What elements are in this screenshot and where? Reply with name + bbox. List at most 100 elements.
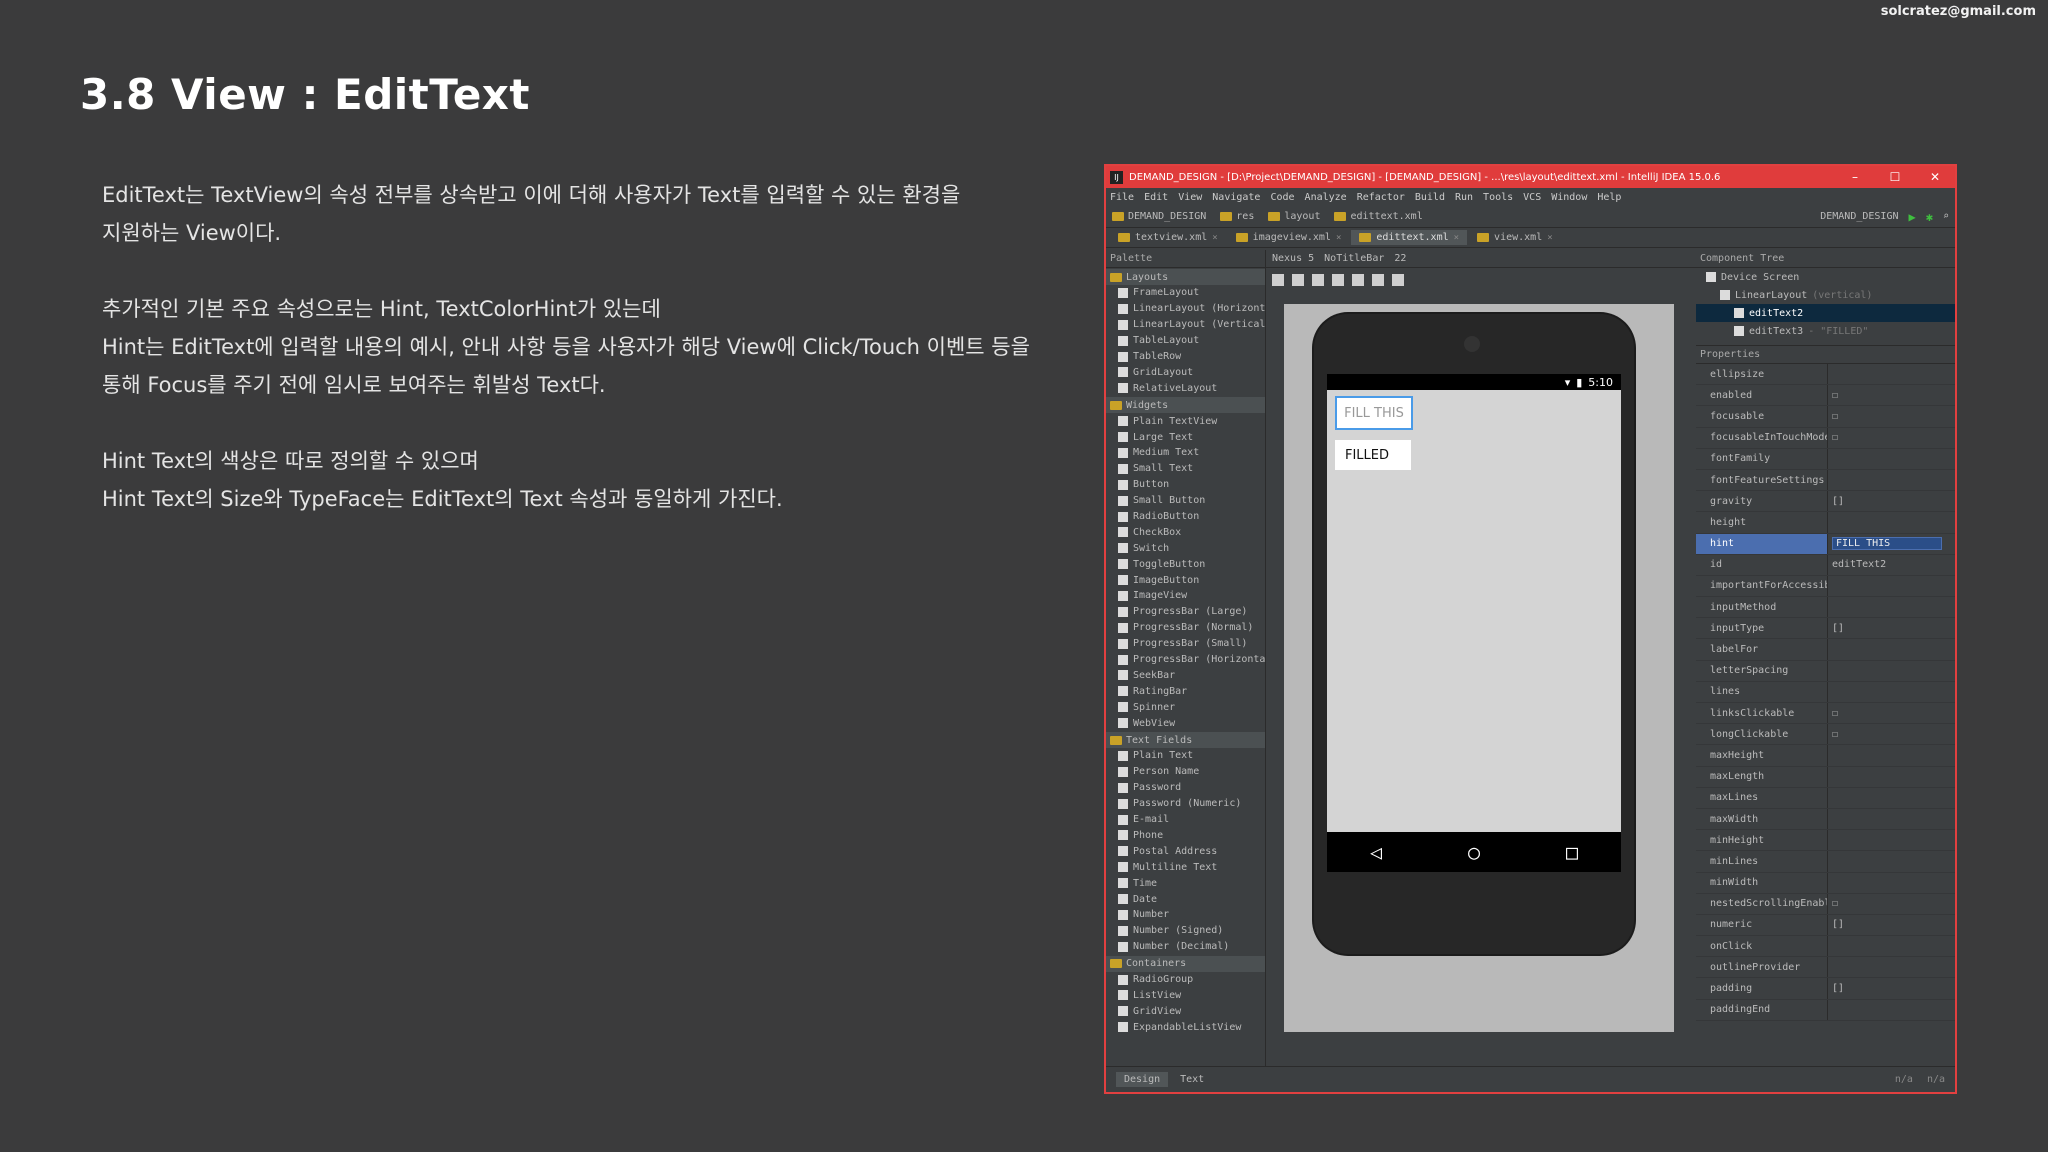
property-row[interactable]: lines — [1696, 681, 1955, 703]
palette-item[interactable]: Person Name — [1106, 764, 1265, 780]
property-row[interactable]: focusable ☐ — [1696, 406, 1955, 428]
palette-item[interactable]: RatingBar — [1106, 683, 1265, 699]
breadcrumb-item[interactable]: layout — [1268, 211, 1320, 222]
zoom-in-icon[interactable] — [1352, 274, 1364, 286]
property-row[interactable]: paddingEnd — [1696, 999, 1955, 1021]
property-row[interactable]: maxLines — [1696, 787, 1955, 809]
property-row[interactable]: minWidth — [1696, 872, 1955, 894]
debug-icon[interactable]: ✱ — [1926, 210, 1933, 224]
palette-item[interactable]: ProgressBar (Large) — [1106, 604, 1265, 620]
maximize-icon[interactable]: ☐ — [1875, 170, 1915, 184]
menu-item-code[interactable]: Code — [1270, 192, 1294, 203]
menu-item-edit[interactable]: Edit — [1144, 192, 1168, 203]
palette-item[interactable]: TableLayout — [1106, 333, 1265, 349]
device-select[interactable]: Nexus 5 — [1272, 253, 1314, 264]
home-icon[interactable]: ○ — [1468, 840, 1480, 864]
property-row[interactable]: outlineProvider — [1696, 957, 1955, 979]
minimize-icon[interactable]: – — [1835, 170, 1875, 184]
property-row[interactable]: letterSpacing — [1696, 660, 1955, 682]
menu-item-window[interactable]: Window — [1551, 192, 1587, 203]
menu-item-analyze[interactable]: Analyze — [1305, 192, 1347, 203]
breadcrumb-item[interactable]: edittext.xml — [1334, 211, 1423, 222]
property-value[interactable]: [] — [1828, 919, 1955, 930]
property-row[interactable]: fontFeatureSettings — [1696, 469, 1955, 492]
tree-node[interactable]: Device Screen — [1696, 268, 1955, 286]
hint-value-input[interactable]: FILL THIS — [1832, 537, 1942, 551]
edittext-filled-preview[interactable]: FILLED — [1335, 440, 1411, 470]
menu-item-view[interactable]: View — [1178, 192, 1202, 203]
property-row[interactable]: ellipsize — [1696, 364, 1955, 386]
recents-icon[interactable]: □ — [1566, 840, 1578, 864]
breadcrumb-item[interactable]: DEMAND_DESIGN — [1112, 211, 1206, 222]
menu-item-build[interactable]: Build — [1415, 192, 1445, 203]
menu-item-help[interactable]: Help — [1597, 192, 1621, 203]
palette-item[interactable]: Multiline Text — [1106, 859, 1265, 875]
bottom-tab[interactable]: Text — [1172, 1072, 1212, 1087]
palette-item[interactable]: Small Button — [1106, 493, 1265, 509]
palette-item[interactable]: WebView — [1106, 715, 1265, 731]
palette-category[interactable]: Layouts — [1106, 269, 1265, 285]
palette-item[interactable]: Password — [1106, 780, 1265, 796]
property-row[interactable]: hint FILL THIS — [1696, 533, 1955, 555]
palette-item[interactable]: Number (Signed) — [1106, 923, 1265, 939]
palette-item[interactable]: ImageButton — [1106, 572, 1265, 588]
property-value[interactable]: ☐ — [1828, 729, 1955, 740]
property-value[interactable]: [] — [1828, 623, 1955, 634]
theme-select[interactable]: NoTitleBar — [1324, 253, 1384, 264]
palette-item[interactable]: ExpandableListView — [1106, 1019, 1265, 1035]
property-row[interactable]: padding[] — [1696, 978, 1955, 1000]
search-icon[interactable]: ⌕ — [1943, 211, 1949, 222]
palette-category[interactable]: Widgets — [1106, 397, 1265, 414]
palette-item[interactable]: Small Text — [1106, 461, 1265, 477]
property-row[interactable]: importantForAccessibil — [1696, 575, 1955, 598]
palette-item[interactable]: ProgressBar (Small) — [1106, 636, 1265, 652]
palette-item[interactable]: RadioGroup — [1106, 972, 1265, 988]
palette-item[interactable]: Number — [1106, 907, 1265, 923]
palette-item[interactable]: Plain Text — [1106, 748, 1265, 764]
property-row[interactable]: linksClickable ☐ — [1696, 703, 1955, 725]
property-value[interactable]: ☐ — [1828, 708, 1955, 719]
tree-node[interactable]: editText2 — [1696, 304, 1955, 322]
palette-category[interactable]: Text Fields — [1106, 732, 1265, 749]
palette-item[interactable]: GridLayout — [1106, 364, 1265, 380]
refresh-icon[interactable] — [1392, 274, 1404, 286]
bottom-tab[interactable]: Design — [1116, 1072, 1169, 1087]
palette-item[interactable]: Postal Address — [1106, 843, 1265, 859]
palette-item[interactable]: Plain TextView — [1106, 413, 1265, 429]
close-tab-icon[interactable]: × — [1454, 233, 1459, 243]
layout-icon[interactable] — [1332, 274, 1344, 286]
edittext-hint-preview[interactable]: FILL THIS — [1335, 396, 1413, 430]
menu-item-tools[interactable]: Tools — [1483, 192, 1513, 203]
palette-category[interactable]: Containers — [1106, 955, 1265, 972]
palette-item[interactable]: Time — [1106, 875, 1265, 891]
palette-item[interactable]: Date — [1106, 891, 1265, 907]
back-icon[interactable]: ◁ — [1370, 840, 1382, 864]
property-value[interactable]: ☐ — [1828, 390, 1955, 401]
property-value[interactable]: [] — [1828, 983, 1955, 994]
property-row[interactable]: minLines — [1696, 851, 1955, 873]
property-value[interactable]: ☐ — [1828, 411, 1955, 422]
property-value[interactable]: ☐ — [1828, 432, 1955, 443]
palette-item[interactable]: Button — [1106, 477, 1265, 493]
menu-item-refactor[interactable]: Refactor — [1357, 192, 1405, 203]
zoom-out-icon[interactable] — [1372, 274, 1384, 286]
run-icon[interactable]: ▶ — [1909, 210, 1916, 224]
property-row[interactable]: inputMethod — [1696, 597, 1955, 619]
editor-tab[interactable]: edittext.xml × — [1351, 230, 1468, 245]
menu-item-vcs[interactable]: VCS — [1523, 192, 1541, 203]
palette-item[interactable]: Medium Text — [1106, 445, 1265, 461]
tree-node[interactable]: LinearLayout (vertical) — [1696, 286, 1955, 304]
palette-item[interactable]: LinearLayout (Horizont — [1106, 301, 1265, 317]
property-row[interactable]: height — [1696, 512, 1955, 534]
property-row[interactable]: numeric[] — [1696, 914, 1955, 937]
property-row[interactable]: minHeight — [1696, 830, 1955, 852]
menu-item-run[interactable]: Run — [1455, 192, 1473, 203]
property-row[interactable]: nestedScrollingEnabled☐ — [1696, 893, 1955, 915]
breadcrumb-item[interactable]: res — [1220, 211, 1254, 222]
property-row[interactable]: inputType[] — [1696, 618, 1955, 640]
palette-item[interactable]: Spinner — [1106, 699, 1265, 715]
property-value[interactable]: ☐ — [1828, 898, 1955, 909]
palette-item[interactable]: GridView — [1106, 1003, 1265, 1019]
palette-item[interactable]: FrameLayout — [1106, 285, 1265, 301]
palette-item[interactable]: ProgressBar (Normal) — [1106, 620, 1265, 636]
